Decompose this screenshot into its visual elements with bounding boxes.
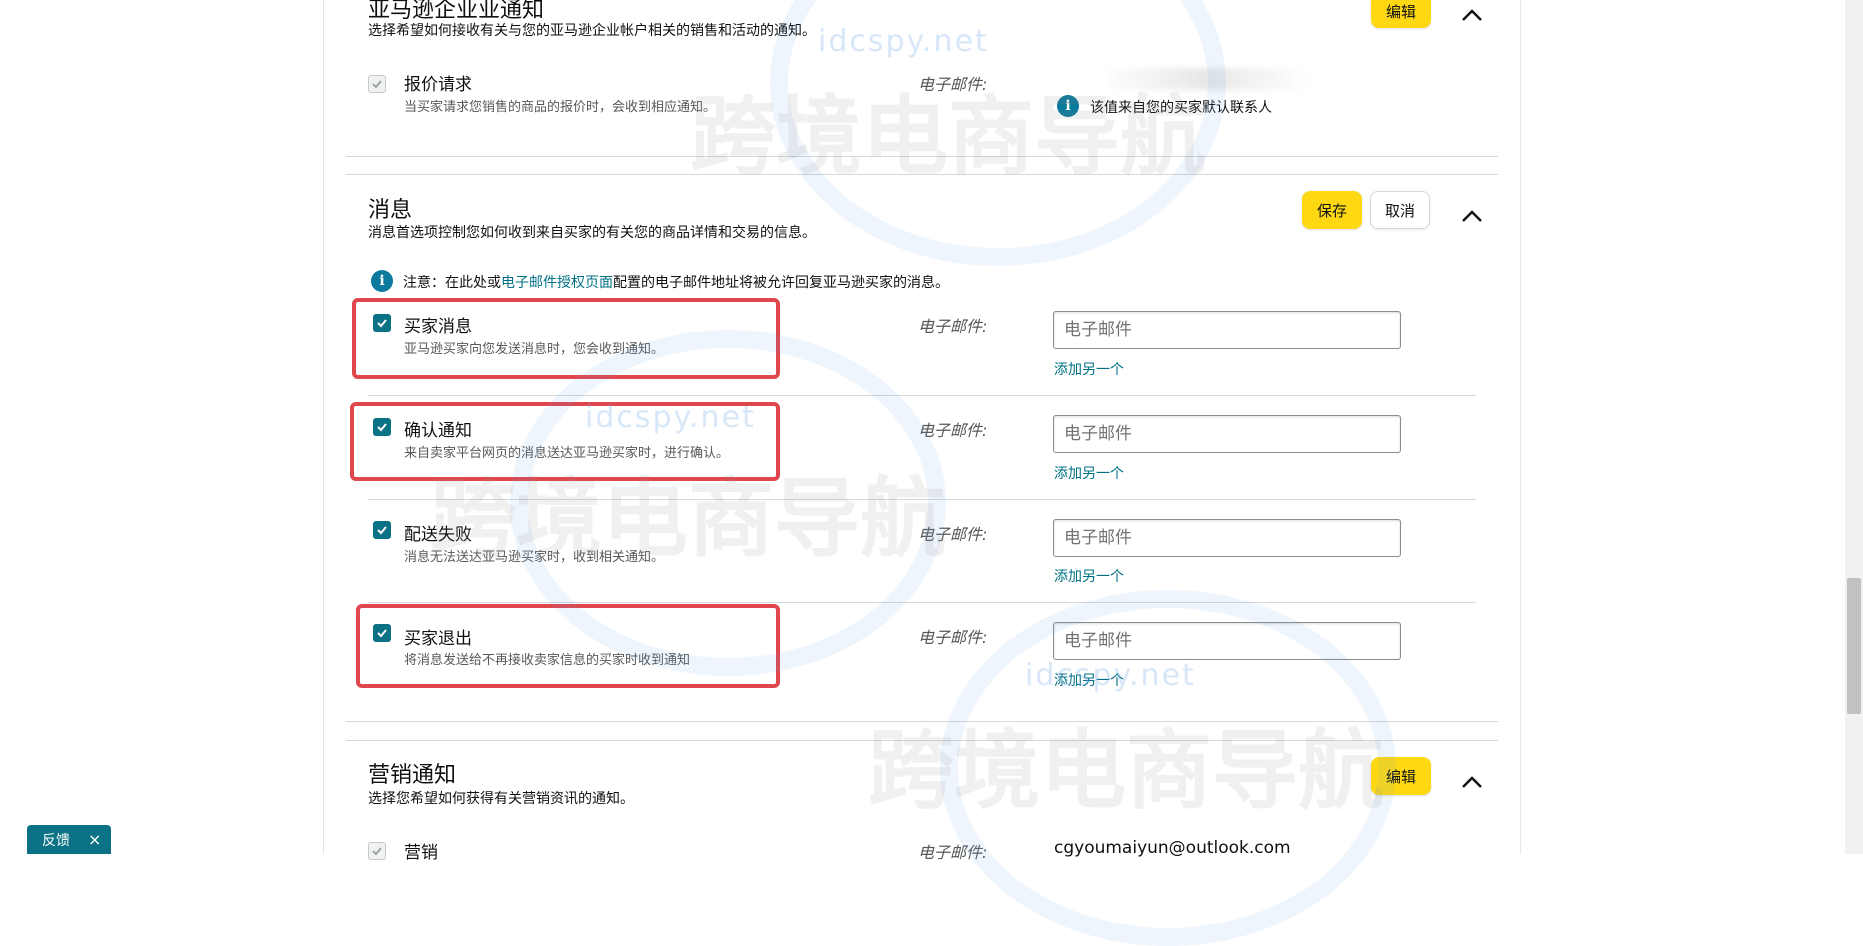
messages-section-subtitle: 消息首选项控制您如何收到来自买家的有关您的商品详情和交易的信息。: [368, 225, 816, 241]
delivery-failure-checkbox[interactable]: [373, 521, 391, 539]
marketing-section-title: 营销通知: [368, 763, 457, 788]
marketing-checkbox: [368, 842, 386, 860]
buyer-messages-title: 买家消息: [404, 317, 472, 337]
messages-cancel-button[interactable]: 取消: [1370, 191, 1430, 229]
quote-request-title: 报价请求: [404, 75, 472, 95]
confirmation-add-another-link[interactable]: 添加另一个: [1054, 463, 1124, 483]
marketing-email-value: cgyoumaiyun@outlook.com: [1054, 838, 1291, 858]
buyer-opt-out-email-label: 电子邮件:: [918, 628, 988, 647]
checkmark-icon: [372, 847, 382, 856]
confirmation-checkbox[interactable]: [373, 418, 391, 436]
buyer-messages-add-another-link[interactable]: 添加另一个: [1054, 359, 1124, 379]
buyer-opt-out-desc: 将消息发送给不再接收卖家信息的买家时收到通知: [404, 653, 691, 668]
confirmation-email-input[interactable]: [1053, 415, 1401, 453]
scrollbar-track[interactable]: [1845, 0, 1863, 854]
email-authorization-link[interactable]: 电子邮件授权页面: [501, 275, 613, 291]
notice-info-icon: i: [371, 270, 393, 292]
blurred-email-value: [1100, 68, 1310, 90]
feedback-close-icon[interactable]: ×: [88, 830, 101, 849]
business-section-subtitle: 选择希望如何接收有关与您的亚马逊企业帐户相关的销售和活动的通知。: [368, 23, 816, 39]
buyer-opt-out-title: 买家退出: [404, 629, 472, 649]
confirmation-desc: 来自卖家平台网页的消息送达亚马逊买家时，进行确认。: [404, 446, 730, 461]
marketing-item-title: 营销: [404, 843, 438, 863]
business-edit-button[interactable]: 编辑: [1371, 0, 1431, 28]
checkmark-icon: [377, 423, 387, 432]
buyer-opt-out-email-input[interactable]: [1053, 622, 1401, 660]
buyer-messages-desc: 亚马逊买家向您发送消息时，您会收到通知。: [404, 342, 665, 357]
quote-request-email-label: 电子邮件:: [918, 75, 988, 94]
checkmark-icon: [377, 629, 387, 638]
messages-notice: 注意：在此处或电子邮件授权页面配置的电子邮件地址将被允许回复亚马逊买家的消息。: [403, 272, 949, 292]
delivery-failure-add-another-link[interactable]: 添加另一个: [1054, 566, 1124, 586]
item-divider: [368, 395, 1476, 396]
delivery-failure-title: 配送失败: [404, 525, 472, 545]
delivery-failure-desc: 消息无法送达亚马逊买家时，收到相关通知。: [404, 550, 665, 565]
business-collapse-chevron-icon[interactable]: [1461, 8, 1483, 22]
feedback-label[interactable]: 反馈: [42, 830, 70, 850]
section-divider: [346, 721, 1498, 722]
quote-request-info-text: 该值来自您的买家默认联系人: [1090, 100, 1272, 116]
marketing-edit-button[interactable]: 编辑: [1371, 757, 1431, 795]
buyer-messages-checkbox[interactable]: [373, 314, 391, 332]
section-divider: [346, 740, 1498, 741]
buyer-opt-out-checkbox[interactable]: [373, 624, 391, 642]
notice-suffix: 配置的电子邮件地址将被允许回复亚马逊买家的消息。: [613, 275, 949, 291]
confirmation-title: 确认通知: [404, 421, 472, 441]
buyer-messages-email-label: 电子邮件:: [918, 317, 988, 336]
marketing-collapse-chevron-icon[interactable]: [1461, 775, 1483, 789]
info-icon: i: [1057, 95, 1079, 117]
checkmark-icon: [377, 319, 387, 328]
quote-request-checkbox: [368, 75, 386, 93]
delivery-failure-email-label: 电子邮件:: [918, 525, 988, 544]
notice-prefix: 注意：在此处或: [403, 275, 501, 291]
delivery-failure-email-input[interactable]: [1053, 519, 1401, 557]
messages-collapse-chevron-icon[interactable]: [1461, 209, 1483, 223]
messages-section-title: 消息: [368, 198, 413, 223]
checkmark-icon: [377, 526, 387, 535]
scrollbar-thumb[interactable]: [1847, 578, 1861, 714]
feedback-tab[interactable]: 反馈 ×: [27, 825, 111, 854]
marketing-email-label: 电子邮件:: [918, 843, 988, 862]
section-divider: [346, 174, 1498, 175]
quote-request-desc: 当买家请求您销售的商品的报价时，会收到相应通知。: [404, 100, 717, 115]
confirmation-email-label: 电子邮件:: [918, 421, 988, 440]
item-divider: [368, 602, 1476, 603]
item-divider: [368, 499, 1476, 500]
buyer-messages-email-input[interactable]: [1053, 311, 1401, 349]
messages-save-button[interactable]: 保存: [1302, 191, 1362, 229]
checkmark-icon: [372, 80, 382, 89]
section-divider: [346, 156, 1498, 157]
buyer-opt-out-add-another-link[interactable]: 添加另一个: [1054, 670, 1124, 690]
marketing-section-subtitle: 选择您希望如何获得有关营销资讯的通知。: [368, 791, 634, 807]
